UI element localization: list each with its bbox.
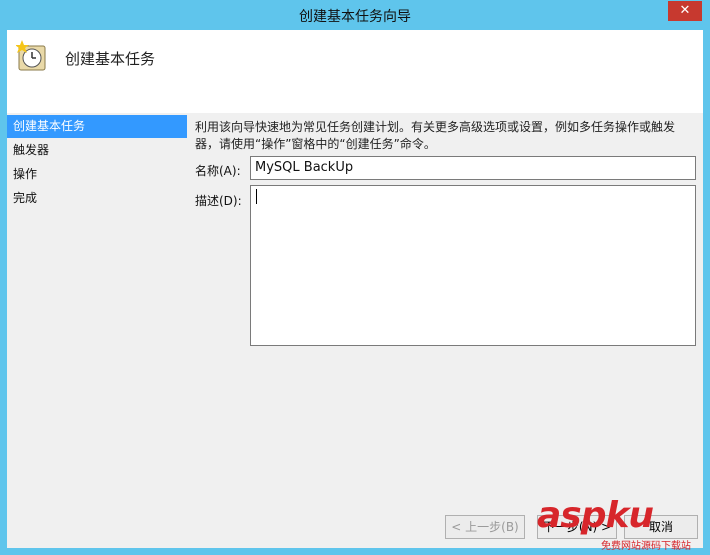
- name-input[interactable]: MySQL BackUp: [250, 156, 696, 180]
- wizard-header: 创建基本任务: [7, 30, 703, 113]
- step-finish[interactable]: 完成: [7, 187, 187, 210]
- description-input[interactable]: [250, 185, 696, 346]
- watermark-text: aspku: [537, 495, 654, 536]
- client-area: 创建基本任务 创建基本任务 触发器 操作 完成 利用该向导快速地为常见任务创建计…: [7, 30, 703, 548]
- clock-task-icon: [16, 40, 46, 71]
- step-create-basic-task[interactable]: 创建基本任务: [7, 115, 187, 138]
- wizard-window: 创建基本任务向导 ✕ 创建基本任务 创建基本任务 触发器 操作 完成 利用该向导…: [0, 0, 710, 555]
- wizard-steps: 创建基本任务 触发器 操作 完成: [7, 115, 187, 211]
- name-label: 名称(A):: [195, 164, 241, 178]
- description-label: 描述(D):: [195, 194, 242, 208]
- text-cursor: [256, 189, 257, 204]
- step-action[interactable]: 操作: [7, 163, 187, 186]
- back-button[interactable]: < 上一步(B): [445, 515, 525, 539]
- step-trigger[interactable]: 触发器: [7, 139, 187, 162]
- wizard-description: 利用该向导快速地为常见任务创建计划。有关更多高级选项或设置，例如多任务操作或触发…: [195, 120, 676, 151]
- watermark-logo: aspku 免费网站源码下载站: [537, 495, 697, 555]
- title-bar[interactable]: 创建基本任务向导 ✕: [0, 0, 710, 30]
- close-button[interactable]: ✕: [668, 1, 702, 21]
- header-title: 创建基本任务: [65, 50, 156, 68]
- watermark-subtext: 免费网站源码下载站: [601, 541, 691, 552]
- window-title: 创建基本任务向导: [299, 9, 411, 25]
